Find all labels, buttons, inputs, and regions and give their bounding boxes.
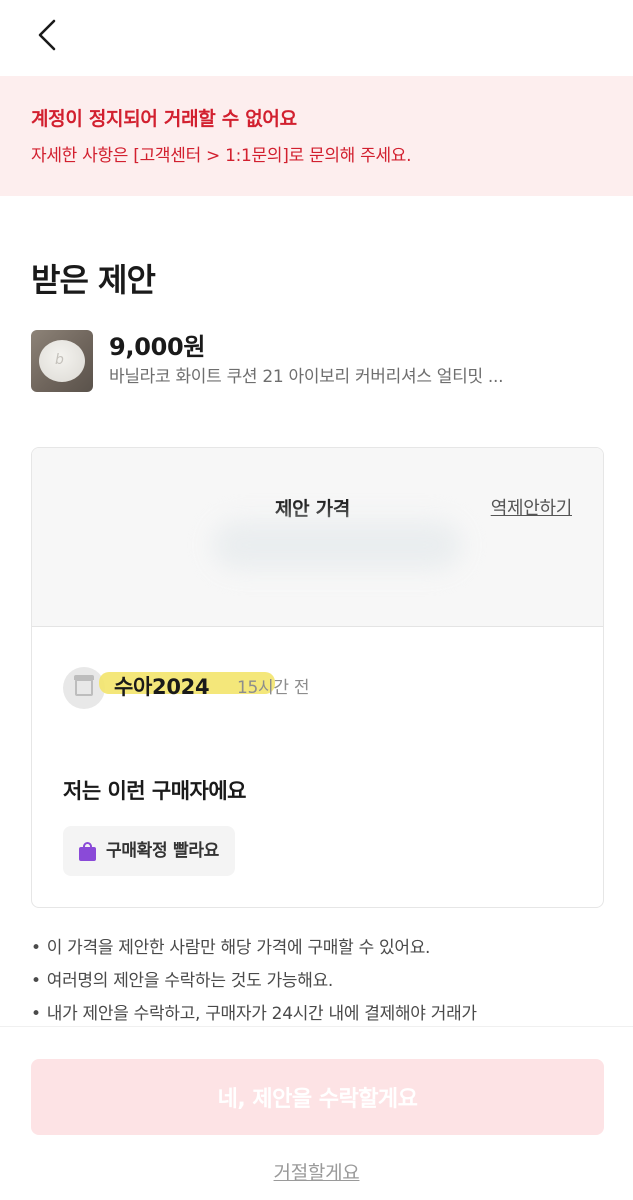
accept-offer-button[interactable]: 네, 제안을 수락할게요	[31, 1059, 604, 1135]
product-name: 바닐라코 화이트 쿠션 21 아이보리 커버리셔스 얼티밋 ...	[109, 367, 504, 387]
shopping-bag-icon	[79, 841, 96, 861]
bottom-action-bar: 네, 제안을 수락할게요 거절할게요	[0, 1026, 633, 1200]
offer-price-label: 제안 가격	[275, 498, 351, 520]
offer-notes: 이 가격을 제안한 사람만 해당 가격에 구매할 수 있어요. 여러명의 제안을…	[31, 932, 611, 1026]
alert-title: 계정이 정지되어 거래할 수 없어요	[31, 108, 297, 130]
offer-price-value-blurred	[212, 520, 462, 570]
list-item: 이 가격을 제안한 사람만 해당 가격에 구매할 수 있어요.	[31, 932, 611, 965]
buyer-traits-heading: 저는 이런 구매자에요	[63, 779, 247, 803]
alert-body: 자세한 사항은 [고객센터 > 1:1문의]로 문의해 주세요.	[31, 146, 412, 166]
offer-price-section: 제안 가격 역제안하기	[32, 448, 603, 627]
list-item: 내가 제안을 수락하고, 구매자가 24시간 내에 결제해야 거래가	[31, 998, 611, 1026]
chevron-left-icon	[38, 19, 56, 51]
store-icon	[74, 675, 94, 696]
list-item: 여러명의 제안을 수락하는 것도 가능해요.	[31, 965, 611, 998]
buyer-name: 수아2024	[114, 675, 210, 699]
offer-time: 15시간 전	[237, 678, 310, 698]
top-bar	[0, 0, 633, 76]
buyer-info[interactable]: 수아2024 15시간 전	[63, 665, 583, 709]
buyer-avatar	[63, 667, 105, 709]
counter-offer-link[interactable]: 역제안하기	[491, 496, 573, 522]
offer-card: 제안 가격 역제안하기 수아2024 15시간 전 저는 이런 구매자에요 구매…	[31, 447, 604, 908]
buyer-trait-badge: 구매확정 빨라요	[63, 826, 235, 876]
back-button[interactable]	[26, 14, 70, 58]
product-thumbnail: b	[31, 330, 93, 392]
page-title: 받은 제안	[31, 261, 156, 299]
product-summary[interactable]: b 9,000원 바닐라코 화이트 쿠션 21 아이보리 커버리셔스 얼티밋 .…	[31, 330, 611, 394]
account-suspended-alert: 계정이 정지되어 거래할 수 없어요 자세한 사항은 [고객센터 > 1:1문의…	[0, 76, 633, 196]
reject-offer-link[interactable]: 거절할게요	[0, 1159, 633, 1187]
badge-label: 구매확정 빨라요	[106, 841, 219, 861]
product-price: 9,000원	[109, 333, 206, 361]
